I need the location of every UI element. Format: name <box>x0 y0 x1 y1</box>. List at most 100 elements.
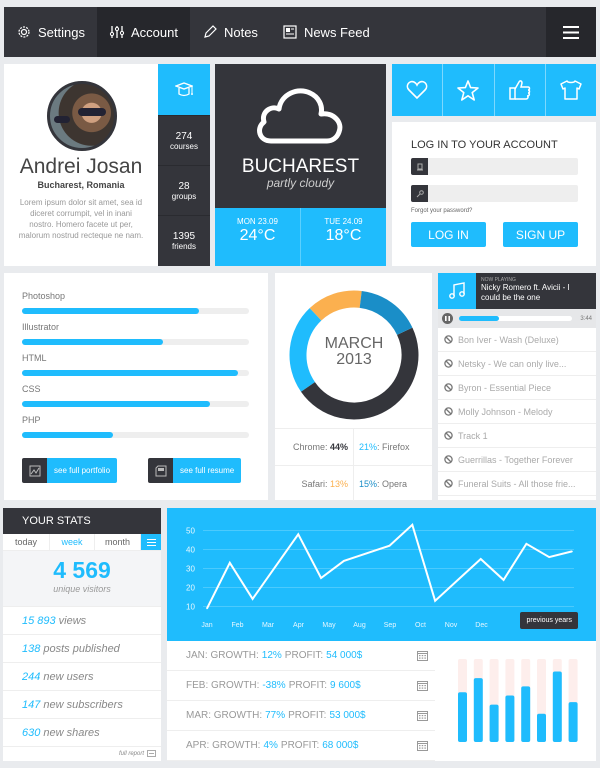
stat-row: 147 new subscribers <box>3 690 161 718</box>
full-report-link[interactable]: full report <box>3 746 161 760</box>
forecast-date: MON 23.09 <box>237 217 278 226</box>
donut-center-month: MARCH <box>325 335 384 352</box>
series-line <box>206 522 573 609</box>
stats-title: YOUR STATS <box>3 508 161 534</box>
forecast-temp: 18°C <box>325 227 362 244</box>
profile-bio: Lorem ipsum dolor sit amet, sea id dicer… <box>18 198 144 240</box>
password-input[interactable] <box>429 185 577 202</box>
profile-card: Andrei Josan Bucharest, Romania Lorem ip… <box>4 64 158 266</box>
courses-button[interactable] <box>158 64 210 115</box>
now-playing-title: Nicky Romero ft. Avicii - I could be the… <box>481 283 570 302</box>
portfolio-label: see full portfolio <box>47 458 118 483</box>
calendar-icon[interactable] <box>417 740 428 751</box>
resume-button[interactable]: see full resume <box>148 458 242 483</box>
donut-chart: MARCH 2013 <box>289 290 419 420</box>
track-item[interactable]: Track 1 <box>438 424 596 448</box>
stats-menu-button[interactable] <box>140 534 161 550</box>
blocked-icon <box>444 335 453 344</box>
growth-row: FEB: GROWTH: -38% PROFIT: 9 600$ <box>167 671 435 701</box>
skill-bar: PHP <box>22 415 249 438</box>
shop-button[interactable] <box>544 64 596 116</box>
stats-card: YOUR STATS today week month 4 569 unique… <box>3 508 161 761</box>
like-button[interactable] <box>392 64 443 116</box>
growth-value: 4% <box>263 740 278 751</box>
x-tick-label: Feb <box>231 622 243 629</box>
newspaper-icon <box>283 25 297 39</box>
profile-location: Bucharest, Romania <box>37 180 125 190</box>
bar <box>537 713 546 742</box>
playback-progress[interactable] <box>459 316 573 321</box>
growth-label: GROWTH: <box>213 710 263 721</box>
data-point <box>320 577 322 579</box>
tab-week[interactable]: week <box>49 534 94 550</box>
bar <box>473 678 483 742</box>
nav-item-account[interactable]: Account <box>96 7 190 57</box>
username-field[interactable] <box>411 158 578 175</box>
menu-button[interactable] <box>546 7 596 57</box>
stat-label: courses <box>169 141 198 151</box>
stat-value: 1395 <box>172 230 196 242</box>
data-point <box>274 565 277 568</box>
track-item[interactable]: Funeral Suits - All those frie... <box>438 472 596 496</box>
nav-item-settings[interactable]: Settings <box>4 7 97 57</box>
pencil-icon <box>204 25 217 38</box>
sliders-icon <box>109 26 125 38</box>
thumbs-up-button[interactable] <box>493 64 545 116</box>
nav-label: Settings <box>38 24 85 40</box>
star-icon <box>457 79 480 101</box>
stat-row: 244 new users <box>3 662 161 690</box>
track-item[interactable]: Byron - Essential Piece <box>438 376 596 400</box>
x-tick-label: Jan <box>201 622 212 629</box>
stat-row: 138 posts published <box>3 634 161 662</box>
hamburger-icon <box>563 25 579 39</box>
login-button[interactable]: LOG IN <box>411 222 486 247</box>
donut-slice-firefox <box>289 308 322 392</box>
full-report-label: full report <box>118 750 144 757</box>
calendar-icon[interactable] <box>417 650 428 661</box>
stat-row: 15 893 views <box>3 606 161 634</box>
blocked-icon <box>444 359 453 368</box>
tab-month[interactable]: month <box>94 534 140 550</box>
y-tick-label: 40 <box>186 546 195 555</box>
nav-item-notes[interactable]: Notes <box>190 7 270 57</box>
blocked-icon <box>444 383 453 392</box>
x-tick-label: Nov <box>445 622 458 629</box>
graduation-cap-icon <box>175 81 193 96</box>
skills-card: Photoshop Illustrator HTML CSS PHP see f… <box>4 273 268 500</box>
favorite-button[interactable] <box>442 64 494 116</box>
skill-fill <box>22 339 163 345</box>
pause-icon <box>445 316 450 321</box>
forgot-password-link[interactable]: Forgot your password? <box>411 208 472 214</box>
calendar-icon[interactable] <box>417 680 428 691</box>
track-title: Byron - Essential Piece <box>458 382 552 393</box>
track-item[interactable]: Molly Johnson - Melody <box>438 400 596 424</box>
stat-row: 630 new shares <box>3 718 161 746</box>
track-title: Molly Johnson - Melody <box>458 406 553 417</box>
track-item[interactable]: Netsky - We can only live... <box>438 352 596 376</box>
growth-row: JAN: GROWTH: 12% PROFIT: 54 000$ <box>167 641 435 671</box>
previous-years-button[interactable]: previous years <box>520 612 578 629</box>
track-item[interactable]: Guerrillas - Together Forever <box>438 448 596 472</box>
user-icon <box>416 163 423 170</box>
growth-row: MAR: GROWTH: 77% PROFIT: 53 000$ <box>167 701 435 731</box>
bar <box>505 695 515 742</box>
data-point <box>548 556 550 558</box>
legend-safari: Safari: 13% <box>301 479 348 489</box>
skill-label: Photoshop <box>22 291 66 301</box>
data-point <box>297 533 300 536</box>
track-item[interactable]: Bon Iver - Wash (Deluxe) <box>438 328 596 352</box>
pause-button[interactable] <box>442 313 453 324</box>
calendar-icon[interactable] <box>417 710 428 721</box>
blocked-icon <box>444 455 453 464</box>
x-tick-label: Oct <box>415 622 426 629</box>
nav-label: News Feed <box>303 24 370 40</box>
password-field[interactable] <box>411 185 578 202</box>
tab-today[interactable]: today <box>3 534 49 550</box>
growth-month: MAR: <box>186 710 211 721</box>
nav-item-news-feed[interactable]: News Feed <box>270 7 382 57</box>
portfolio-button[interactable]: see full portfolio <box>22 458 118 483</box>
username-input[interactable] <box>429 158 577 175</box>
track-title: Funeral Suits - All those frie... <box>458 478 576 489</box>
growth-row: APR: GROWTH: 4% PROFIT: 68 000$ <box>167 731 435 761</box>
signup-button[interactable]: SIGN UP <box>503 222 578 247</box>
